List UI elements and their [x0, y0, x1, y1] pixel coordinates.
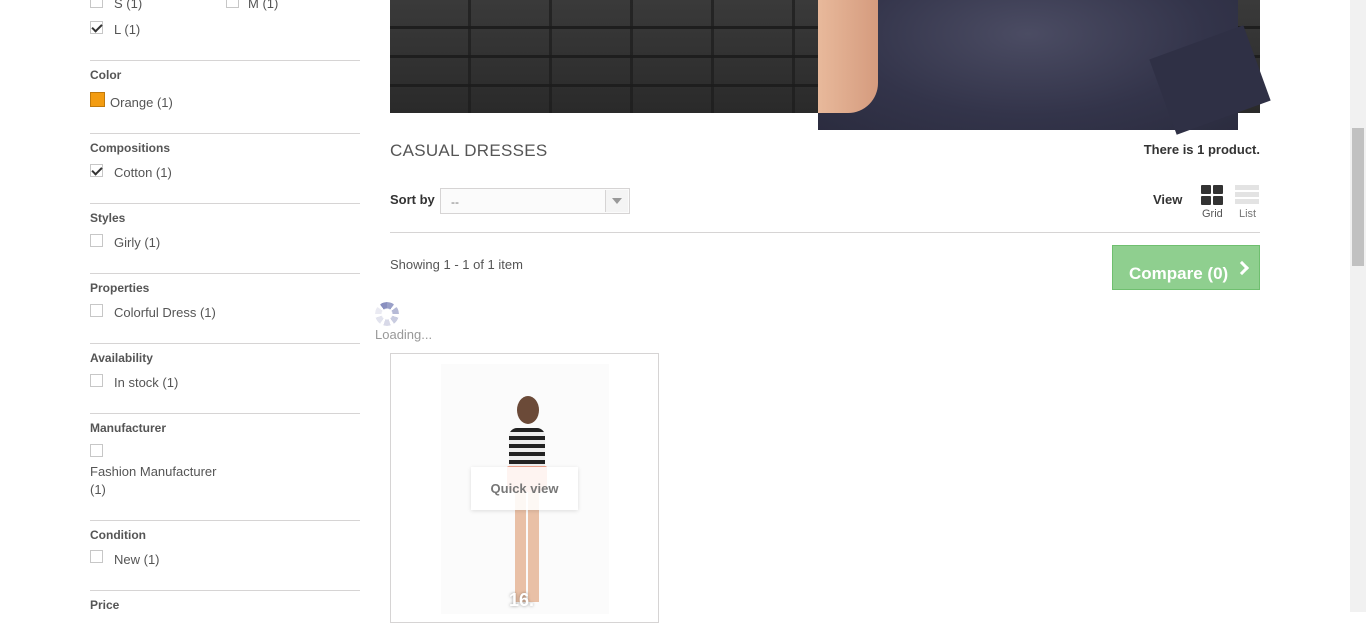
- size-s-checkbox[interactable]: [90, 0, 103, 8]
- scrollbar-thumb[interactable]: [1352, 128, 1364, 266]
- filter-heading-compositions: Compositions: [90, 141, 170, 155]
- property-colorful-dress-checkbox[interactable]: [90, 304, 103, 317]
- view-label: View: [1153, 192, 1183, 207]
- size-l-label: L (1): [114, 22, 141, 37]
- filter-heading-availability: Availability: [90, 351, 153, 365]
- composition-cotton-label: Cotton (1): [114, 165, 172, 180]
- filter-divider: [90, 273, 360, 274]
- grid-view-label[interactable]: Grid: [1202, 208, 1223, 220]
- product-price-peek: 16.: [509, 590, 535, 610]
- size-l-checkbox[interactable]: [90, 21, 103, 34]
- toolbar-divider: [390, 232, 1260, 233]
- manufacturer-fashion-label: Fashion Manufacturer: [90, 464, 217, 479]
- color-orange-label[interactable]: Orange (1): [110, 95, 173, 110]
- property-colorful-dress-label: Colorful Dress (1): [114, 305, 216, 320]
- composition-cotton-checkbox[interactable]: [90, 164, 103, 177]
- filter-divider: [90, 343, 360, 344]
- banner-model-arm: [818, 0, 878, 113]
- style-girly-label: Girly (1): [114, 235, 161, 250]
- product-card[interactable]: Quick view 16.: [390, 353, 659, 623]
- filter-heading-price: Price: [90, 598, 120, 612]
- chevron-right-icon: [1234, 260, 1250, 276]
- quick-view-button[interactable]: Quick view: [471, 467, 578, 510]
- list-view-icon[interactable]: [1235, 185, 1259, 205]
- condition-new-checkbox[interactable]: [90, 550, 103, 563]
- manufacturer-fashion-count: (1): [90, 482, 106, 497]
- filter-sidebar: S (1) M (1) L (1) Color Orange (1) Compo…: [90, 0, 360, 612]
- model-striped-top: [509, 428, 545, 468]
- loading-text: Loading...: [375, 327, 433, 342]
- filter-divider: [90, 60, 360, 61]
- sort-by-value: --: [451, 195, 459, 209]
- filter-heading-condition: Condition: [90, 528, 146, 542]
- chevron-down-icon[interactable]: [605, 190, 628, 212]
- orange-color-swatch[interactable]: [90, 92, 105, 107]
- filter-divider: [90, 413, 360, 414]
- size-m-label: M (1): [248, 0, 279, 11]
- filter-heading-properties: Properties: [90, 281, 150, 295]
- showing-count: Showing 1 - 1 of 1 item: [390, 257, 523, 272]
- availability-in-stock-label: In stock (1): [114, 375, 179, 390]
- availability-in-stock-checkbox[interactable]: [90, 374, 103, 387]
- sort-by-select[interactable]: --: [440, 188, 630, 214]
- condition-new-label: New (1): [114, 552, 160, 567]
- list-view-label[interactable]: List: [1239, 208, 1256, 220]
- filter-divider: [90, 203, 360, 204]
- manufacturer-fashion-checkbox[interactable]: [90, 444, 103, 457]
- style-girly-checkbox[interactable]: [90, 234, 103, 247]
- filter-divider: [90, 520, 360, 521]
- filter-heading-styles: Styles: [90, 211, 126, 225]
- filter-heading-manufacturer: Manufacturer: [90, 421, 167, 435]
- filter-divider: [90, 590, 360, 591]
- compare-button[interactable]: Compare (0): [1112, 245, 1260, 290]
- size-m-checkbox[interactable]: [226, 0, 239, 8]
- category-title: Casual Dresses: [390, 141, 548, 160]
- compare-button-label: Compare (0): [1129, 263, 1229, 283]
- sort-by-label: Sort by: [390, 192, 435, 207]
- product-count: There is 1 product.: [1143, 142, 1260, 157]
- size-s-label: S (1): [114, 0, 143, 11]
- model-head: [517, 396, 539, 424]
- filter-divider: [90, 133, 360, 134]
- filter-heading-color: Color: [90, 68, 122, 82]
- loading-spinner-icon: [375, 302, 399, 326]
- page-scrollbar[interactable]: [1350, 0, 1366, 612]
- grid-view-icon[interactable]: [1201, 185, 1223, 205]
